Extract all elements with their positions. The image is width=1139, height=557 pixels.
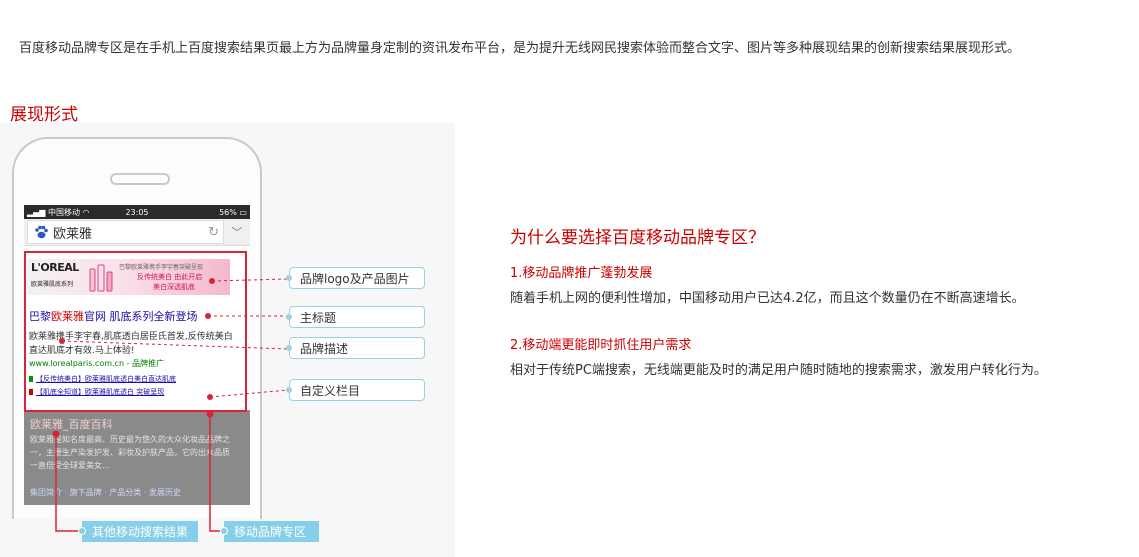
point-2-title: 2.移动端更能即时抓住用户需求 [510,338,692,353]
callout-description: 品牌描述 [286,337,425,359]
callout-logo: 品牌logo及产品图片 [286,267,425,289]
chevron-down-icon[interactable]: ﹀ [224,224,250,240]
label-other-results: 其他移动搜索结果 [78,521,198,542]
point-1-body: 随着手机上网的便利性增加，中国移动用户已达4.2亿，而且这个数量仍在不断高速增长… [510,291,1025,306]
search-input[interactable]: 欧莱雅 ↻ [27,220,224,244]
other-result-description: 欧莱雅是知名度最高、历史最为悠久的大众化妆品品牌之一，主要生产染发护发、彩妆及护… [30,435,230,470]
signal-carrier: ▂▄▆ 中国移动 ◠ [27,207,90,217]
search-query: 欧莱雅 [53,226,93,242]
point-1-title: 1.移动品牌推广蓬勃发展 [510,266,653,281]
other-search-result: 欧莱雅_百度百科 欧莱雅是知名度最高、历史最为悠久的大众化妆品品牌之一，主要生产… [24,410,250,505]
callout-custom-links: 自定义栏目 [286,379,425,401]
status-time: 23:05 [125,207,149,217]
baidu-paw-icon [35,225,48,239]
other-result-title[interactable]: 欧莱雅_百度百科 [30,416,113,432]
section-title-display: 展现形式 [10,105,78,125]
refresh-icon[interactable]: ↻ [208,225,219,240]
other-result-links[interactable]: 集团简介 · 旗下品牌 · 产品分类 · 发展历史 [30,487,181,498]
battery-indicator: 56% ▭ [219,207,247,217]
phone-speaker [110,173,170,185]
callout-main-title: 主标题 [286,306,425,328]
brand-zone-highlight-frame [24,251,247,412]
point-2-body: 相对于传统PC端搜索，无线端更能及时的满足用户随时随地的搜索需求，激发用户转化行… [510,363,1047,378]
why-title: 为什么要选择百度移动品牌专区？ [510,228,765,248]
label-brand-zone: 移动品牌专区 [220,521,319,542]
intro-text: 百度移动品牌专区是在手机上百度搜索结果页最上方为品牌量身定制的资讯发布平台，是为… [19,41,1021,56]
search-bar: 欧莱雅 ↻ ﹀ [24,219,250,246]
status-bar: ▂▄▆ 中国移动 ◠ 23:05 56% ▭ [24,205,250,219]
